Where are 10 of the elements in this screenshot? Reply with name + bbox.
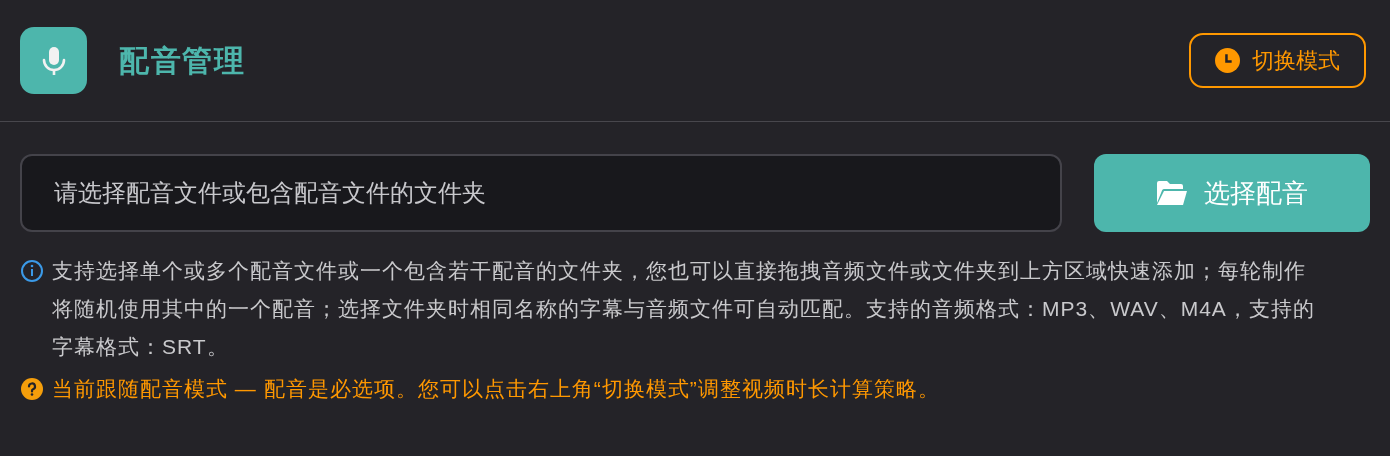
clock-icon: [1215, 48, 1240, 73]
folder-icon: [1156, 180, 1188, 206]
switch-mode-button[interactable]: 切换模式: [1189, 33, 1366, 88]
mode-notice: 当前跟随配音模式 — 配音是必选项。您可以点击右上角“切换模式”调整视频时长计算策略。: [52, 376, 940, 402]
help-icon: [20, 377, 44, 401]
help-text: 支持选择单个或多个配音文件或一个包含若干配音的文件夹，您也可以直接拖拽音频文件或文件夹到上方区域快速添加；每轮制作将随机使用其中的一个配音；选择文件夹时相同名称的字幕与音频文件可自动匹配。支持的音频格式：MP3、WAV、M4A，支持的字幕格式：SRT。: [52, 258, 1316, 360]
file-path-field[interactable]: 请选择配音文件或包含配音文件的文件夹: [20, 154, 1062, 232]
microphone-icon: [20, 27, 87, 94]
page-title: 配音管理: [119, 43, 245, 79]
info-icon: [20, 259, 44, 283]
